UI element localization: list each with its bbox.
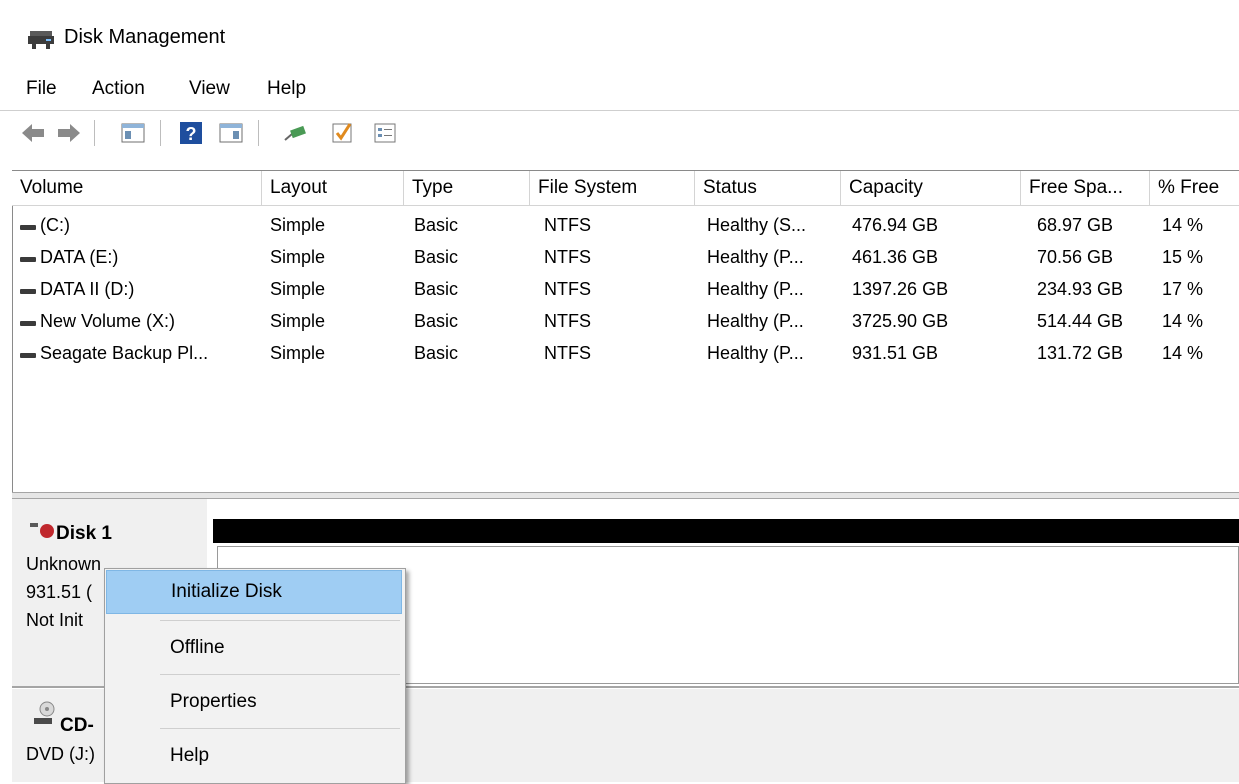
disk-small-icon <box>30 523 38 527</box>
cell-layout: Simple <box>270 215 326 235</box>
cell-type: Basic <box>414 343 459 363</box>
toolbar-separator <box>258 120 259 146</box>
menu-view[interactable]: View <box>189 78 230 100</box>
cell-volume: New Volume (X:) <box>40 311 176 331</box>
menu-separator <box>160 674 400 675</box>
cell-percent-free: 14 % <box>1162 215 1204 235</box>
cell-status: Healthy (P... <box>707 311 804 331</box>
cell-free-space: 131.72 GB <box>1037 343 1124 363</box>
help-icon[interactable]: ? <box>178 120 204 146</box>
menu-item-help[interactable]: Help <box>106 734 402 778</box>
disk-management-icon <box>28 31 54 49</box>
menu-separator <box>160 728 400 729</box>
forward-arrow-icon[interactable] <box>56 120 82 146</box>
cell-type: Basic <box>414 279 459 299</box>
cell-type: Basic <box>414 215 459 235</box>
cell-percent-free: 15 % <box>1162 247 1204 267</box>
action-pane-icon[interactable] <box>218 120 244 146</box>
cell-volume: DATA II (D:) <box>40 279 135 299</box>
cell-status: Healthy (P... <box>707 247 804 267</box>
cell-status: Healthy (P... <box>707 343 804 363</box>
properties-icon[interactable] <box>372 120 398 146</box>
svg-text:?: ? <box>186 124 197 144</box>
cell-volume: DATA (E:) <box>40 247 119 267</box>
cd-type: DVD (J:) <box>26 744 95 764</box>
cell-free-space: 68.97 GB <box>1037 215 1114 235</box>
column-header-layout[interactable]: Layout <box>262 171 404 205</box>
cell-capacity: 931.51 GB <box>852 343 939 363</box>
offline-status-icon <box>40 524 54 538</box>
back-arrow-icon[interactable] <box>20 120 46 146</box>
cell-layout: Simple <box>270 343 326 363</box>
cell-percent-free: 17 % <box>1162 279 1204 299</box>
menu-separator <box>160 620 400 621</box>
cd-title: CD- <box>60 715 94 736</box>
cell-free-space: 70.56 GB <box>1037 247 1114 267</box>
cell-capacity: 476.94 GB <box>852 215 939 235</box>
column-header-type[interactable]: Type <box>404 171 530 205</box>
disk1-unallocated-bar <box>213 519 1239 543</box>
menu-bar <box>0 70 1239 108</box>
cell-volume: Seagate Backup Pl... <box>40 343 209 363</box>
menu-item-properties[interactable]: Properties <box>106 680 402 724</box>
drive-icon <box>20 353 36 358</box>
cell-capacity: 461.36 GB <box>852 247 939 267</box>
menu-file[interactable]: File <box>26 78 57 100</box>
cell-layout: Simple <box>270 279 326 299</box>
cell-volume: (C:) <box>40 215 70 235</box>
column-header-percent-free[interactable]: % Free <box>1150 171 1239 205</box>
cell-capacity: 1397.26 GB <box>852 279 949 299</box>
menu-item-offline[interactable]: Offline <box>106 626 402 670</box>
connect-disk-icon[interactable] <box>282 120 308 146</box>
cell-percent-free: 14 % <box>1162 343 1204 363</box>
menu-item-initialize-disk[interactable]: Initialize Disk <box>106 570 402 614</box>
cell-file-system: NTFS <box>544 343 591 363</box>
drive-icon <box>20 321 36 326</box>
column-header-file-system[interactable]: File System <box>530 171 695 205</box>
drive-icon <box>20 225 36 230</box>
disk1-type: Unknown <box>26 554 102 574</box>
cell-file-system: NTFS <box>544 311 591 331</box>
disk1-status: Not Init <box>26 610 84 630</box>
cell-percent-free: 14 % <box>1162 311 1204 331</box>
console-tree-icon[interactable] <box>120 120 146 146</box>
toolbar-separator <box>94 120 95 146</box>
column-header-free-space[interactable]: Free Spa... <box>1021 171 1150 205</box>
column-header-volume[interactable]: Volume <box>12 171 262 205</box>
cell-free-space: 234.93 GB <box>1037 279 1124 299</box>
window-title: Disk Management <box>64 26 226 48</box>
cell-capacity: 3725.90 GB <box>852 311 949 331</box>
menu-action[interactable]: Action <box>92 78 145 100</box>
column-header-status[interactable]: Status <box>695 171 841 205</box>
cell-file-system: NTFS <box>544 247 591 267</box>
cell-free-space: 514.44 GB <box>1037 311 1124 331</box>
cell-file-system: NTFS <box>544 279 591 299</box>
drive-icon <box>20 289 36 294</box>
cell-file-system: NTFS <box>544 215 591 235</box>
cell-type: Basic <box>414 311 459 331</box>
pane-splitter[interactable] <box>12 492 1239 499</box>
cell-status: Healthy (S... <box>707 215 807 235</box>
menu-help[interactable]: Help <box>267 78 306 100</box>
cell-layout: Simple <box>270 247 326 267</box>
checkmark-icon[interactable] <box>330 120 356 146</box>
disk1-size: 931.51 ( <box>26 582 93 602</box>
cell-layout: Simple <box>270 311 326 331</box>
toolbar-separator <box>160 120 161 146</box>
drive-icon <box>20 257 36 262</box>
disk1-title: Disk 1 <box>56 523 112 544</box>
cell-type: Basic <box>414 247 459 267</box>
cell-status: Healthy (P... <box>707 279 804 299</box>
column-header-capacity[interactable]: Capacity <box>841 171 1021 205</box>
cd-drive-icon <box>34 701 55 724</box>
